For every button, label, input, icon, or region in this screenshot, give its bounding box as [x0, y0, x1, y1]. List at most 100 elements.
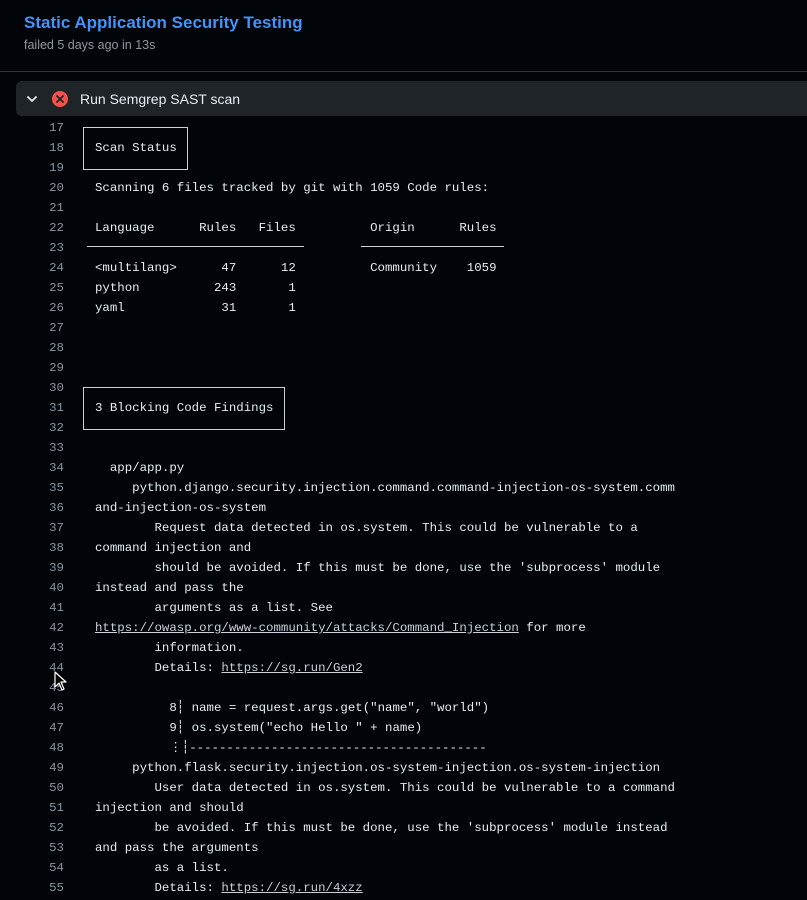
- log-line-text: 3 Blocking Code Findings: [95, 401, 274, 415]
- line-number[interactable]: 21: [16, 198, 64, 218]
- line-number[interactable]: 41: [16, 598, 64, 618]
- log-line: 42 https://owasp.org/www-community/attack…: [0, 618, 807, 638]
- log-line: 37 Request data detected in os.system. T…: [0, 518, 807, 538]
- log-line: 22 Language Rules Files Origin Rules: [0, 218, 807, 238]
- line-number[interactable]: 39: [16, 558, 64, 578]
- line-number[interactable]: 43: [16, 638, 64, 658]
- log-line-text: information.: [95, 641, 244, 655]
- log-line-text: python.flask.security.injection.os-syste…: [95, 761, 661, 775]
- log-line: 40 instead and pass the: [0, 578, 807, 598]
- step-row-semgrep[interactable]: Run Semgrep SAST scan: [16, 81, 807, 116]
- log-line: 41 arguments as a list. See: [0, 598, 807, 618]
- line-number[interactable]: 22: [16, 218, 64, 238]
- line-number[interactable]: 27: [16, 318, 64, 338]
- line-number[interactable]: 49: [16, 758, 64, 778]
- log-line-text: https://owasp.org/www-community/attacks/…: [95, 621, 586, 635]
- line-number[interactable]: 32: [16, 418, 64, 438]
- log-line: 31 3 Blocking Code Findings: [0, 398, 807, 418]
- log-line-text: instead and pass the: [95, 581, 244, 595]
- line-number[interactable]: 24: [16, 258, 64, 278]
- log-line: 25 python 243 1: [0, 278, 807, 298]
- log-line: 43 information.: [0, 638, 807, 658]
- line-number[interactable]: 42: [16, 618, 64, 638]
- line-number[interactable]: 48: [16, 738, 64, 758]
- log-line: 18 Scan Status: [0, 138, 807, 158]
- line-number[interactable]: 55: [16, 878, 64, 898]
- job-status-subtitle: failed 5 days ago in 13s: [24, 38, 156, 52]
- log-line-text: command injection and: [95, 541, 252, 555]
- log-line-text: be avoided. If this must be done, use th…: [95, 821, 668, 835]
- chevron-down-icon[interactable]: [26, 93, 38, 105]
- log-line: 38 command injection and: [0, 538, 807, 558]
- log-line-text: injection and should: [95, 801, 244, 815]
- log-line: 29: [0, 358, 807, 378]
- workflow-header: Static Application Security Testing fail…: [24, 12, 303, 52]
- line-number[interactable]: 19: [16, 158, 64, 178]
- log-line: 26 yaml 31 1: [0, 298, 807, 318]
- log-line: 44 Details: https://sg.run/Gen2: [0, 658, 807, 678]
- line-number[interactable]: 35: [16, 478, 64, 498]
- log-line-text: <multilang> 47 12 Community 1059: [95, 261, 497, 275]
- line-number[interactable]: 17: [16, 118, 64, 138]
- line-number[interactable]: 51: [16, 798, 64, 818]
- line-number[interactable]: 46: [16, 698, 64, 718]
- line-number[interactable]: 29: [16, 358, 64, 378]
- failure-icon: [52, 90, 68, 107]
- log-line: 45: [0, 678, 807, 698]
- log-line: 20 Scanning 6 files tracked by git with 1…: [0, 178, 807, 198]
- line-number[interactable]: 38: [16, 538, 64, 558]
- log-line: 51 injection and should: [0, 798, 807, 818]
- log-line: 52 be avoided. If this must be done, use…: [0, 818, 807, 838]
- log-line: 35 python.django.security.injection.comm…: [0, 478, 807, 498]
- log-line-text: app/app.py: [95, 461, 185, 475]
- log-line: 34 app/app.py: [0, 458, 807, 478]
- line-number[interactable]: 18: [16, 138, 64, 158]
- line-number[interactable]: 40: [16, 578, 64, 598]
- log-line-text: arguments as a list. See: [95, 601, 333, 615]
- log-line-text: and pass the arguments: [95, 841, 259, 855]
- log-line-text: Scan Status: [95, 141, 177, 155]
- line-number[interactable]: 50: [16, 778, 64, 798]
- log-line: 55 Details: https://sg.run/4xzz: [0, 878, 807, 898]
- line-number[interactable]: 23: [16, 238, 64, 258]
- line-number[interactable]: 26: [16, 298, 64, 318]
- line-number[interactable]: 53: [16, 838, 64, 858]
- log-line: 24 <multilang> 47 12 Community 1059: [0, 258, 807, 278]
- log-line-text: Scanning 6 files tracked by git with 105…: [95, 181, 490, 195]
- log-line-text: 9┆ os.system("echo Hello " + name): [95, 721, 423, 735]
- log-link[interactable]: https://sg.run/Gen2: [221, 661, 362, 675]
- log-link[interactable]: https://owasp.org/www-community/attacks/…: [95, 621, 519, 635]
- line-number[interactable]: 54: [16, 858, 64, 878]
- log-line-text: Request data detected in os.system. This…: [95, 521, 638, 535]
- log-line-text: Language Rules Files Origin Rules: [95, 221, 497, 235]
- log-line-text: Details: https://sg.run/4xzz: [95, 881, 363, 895]
- line-number[interactable]: 47: [16, 718, 64, 738]
- log-line-text: should be avoided. If this must be done,…: [95, 561, 661, 575]
- line-number[interactable]: 33: [16, 438, 64, 458]
- log-line: 23: [0, 238, 807, 258]
- mouse-cursor-icon: [54, 671, 67, 691]
- log-line: 46 8┆ name = request.args.get("name", "w…: [0, 698, 807, 718]
- log-link[interactable]: https://sg.run/4xzz: [221, 881, 362, 895]
- line-number[interactable]: 37: [16, 518, 64, 538]
- log-line-text: python.django.security.injection.command…: [95, 481, 675, 495]
- log-line-text: as a list.: [95, 861, 229, 875]
- log-output: 17 18 Scan Status 19 20 Scanning 6 files trac…: [0, 118, 807, 898]
- log-line: 39 should be avoided. If this must be do…: [0, 558, 807, 578]
- log-line-text: Details: https://sg.run/Gen2: [95, 661, 363, 675]
- line-number[interactable]: 52: [16, 818, 64, 838]
- log-line: 27: [0, 318, 807, 338]
- step-label: Run Semgrep SAST scan: [80, 90, 241, 107]
- line-number[interactable]: 34: [16, 458, 64, 478]
- log-line: 19: [0, 158, 807, 178]
- line-number[interactable]: 31: [16, 398, 64, 418]
- line-number[interactable]: 20: [16, 178, 64, 198]
- line-number[interactable]: 28: [16, 338, 64, 358]
- job-title[interactable]: Static Application Security Testing: [24, 12, 303, 34]
- line-number[interactable]: 25: [16, 278, 64, 298]
- log-line: 28: [0, 338, 807, 358]
- line-number[interactable]: 36: [16, 498, 64, 518]
- line-number[interactable]: 30: [16, 378, 64, 398]
- log-line-text: User data detected in os.system. This co…: [95, 781, 675, 795]
- log-line-text: and-injection-os-system: [95, 501, 267, 515]
